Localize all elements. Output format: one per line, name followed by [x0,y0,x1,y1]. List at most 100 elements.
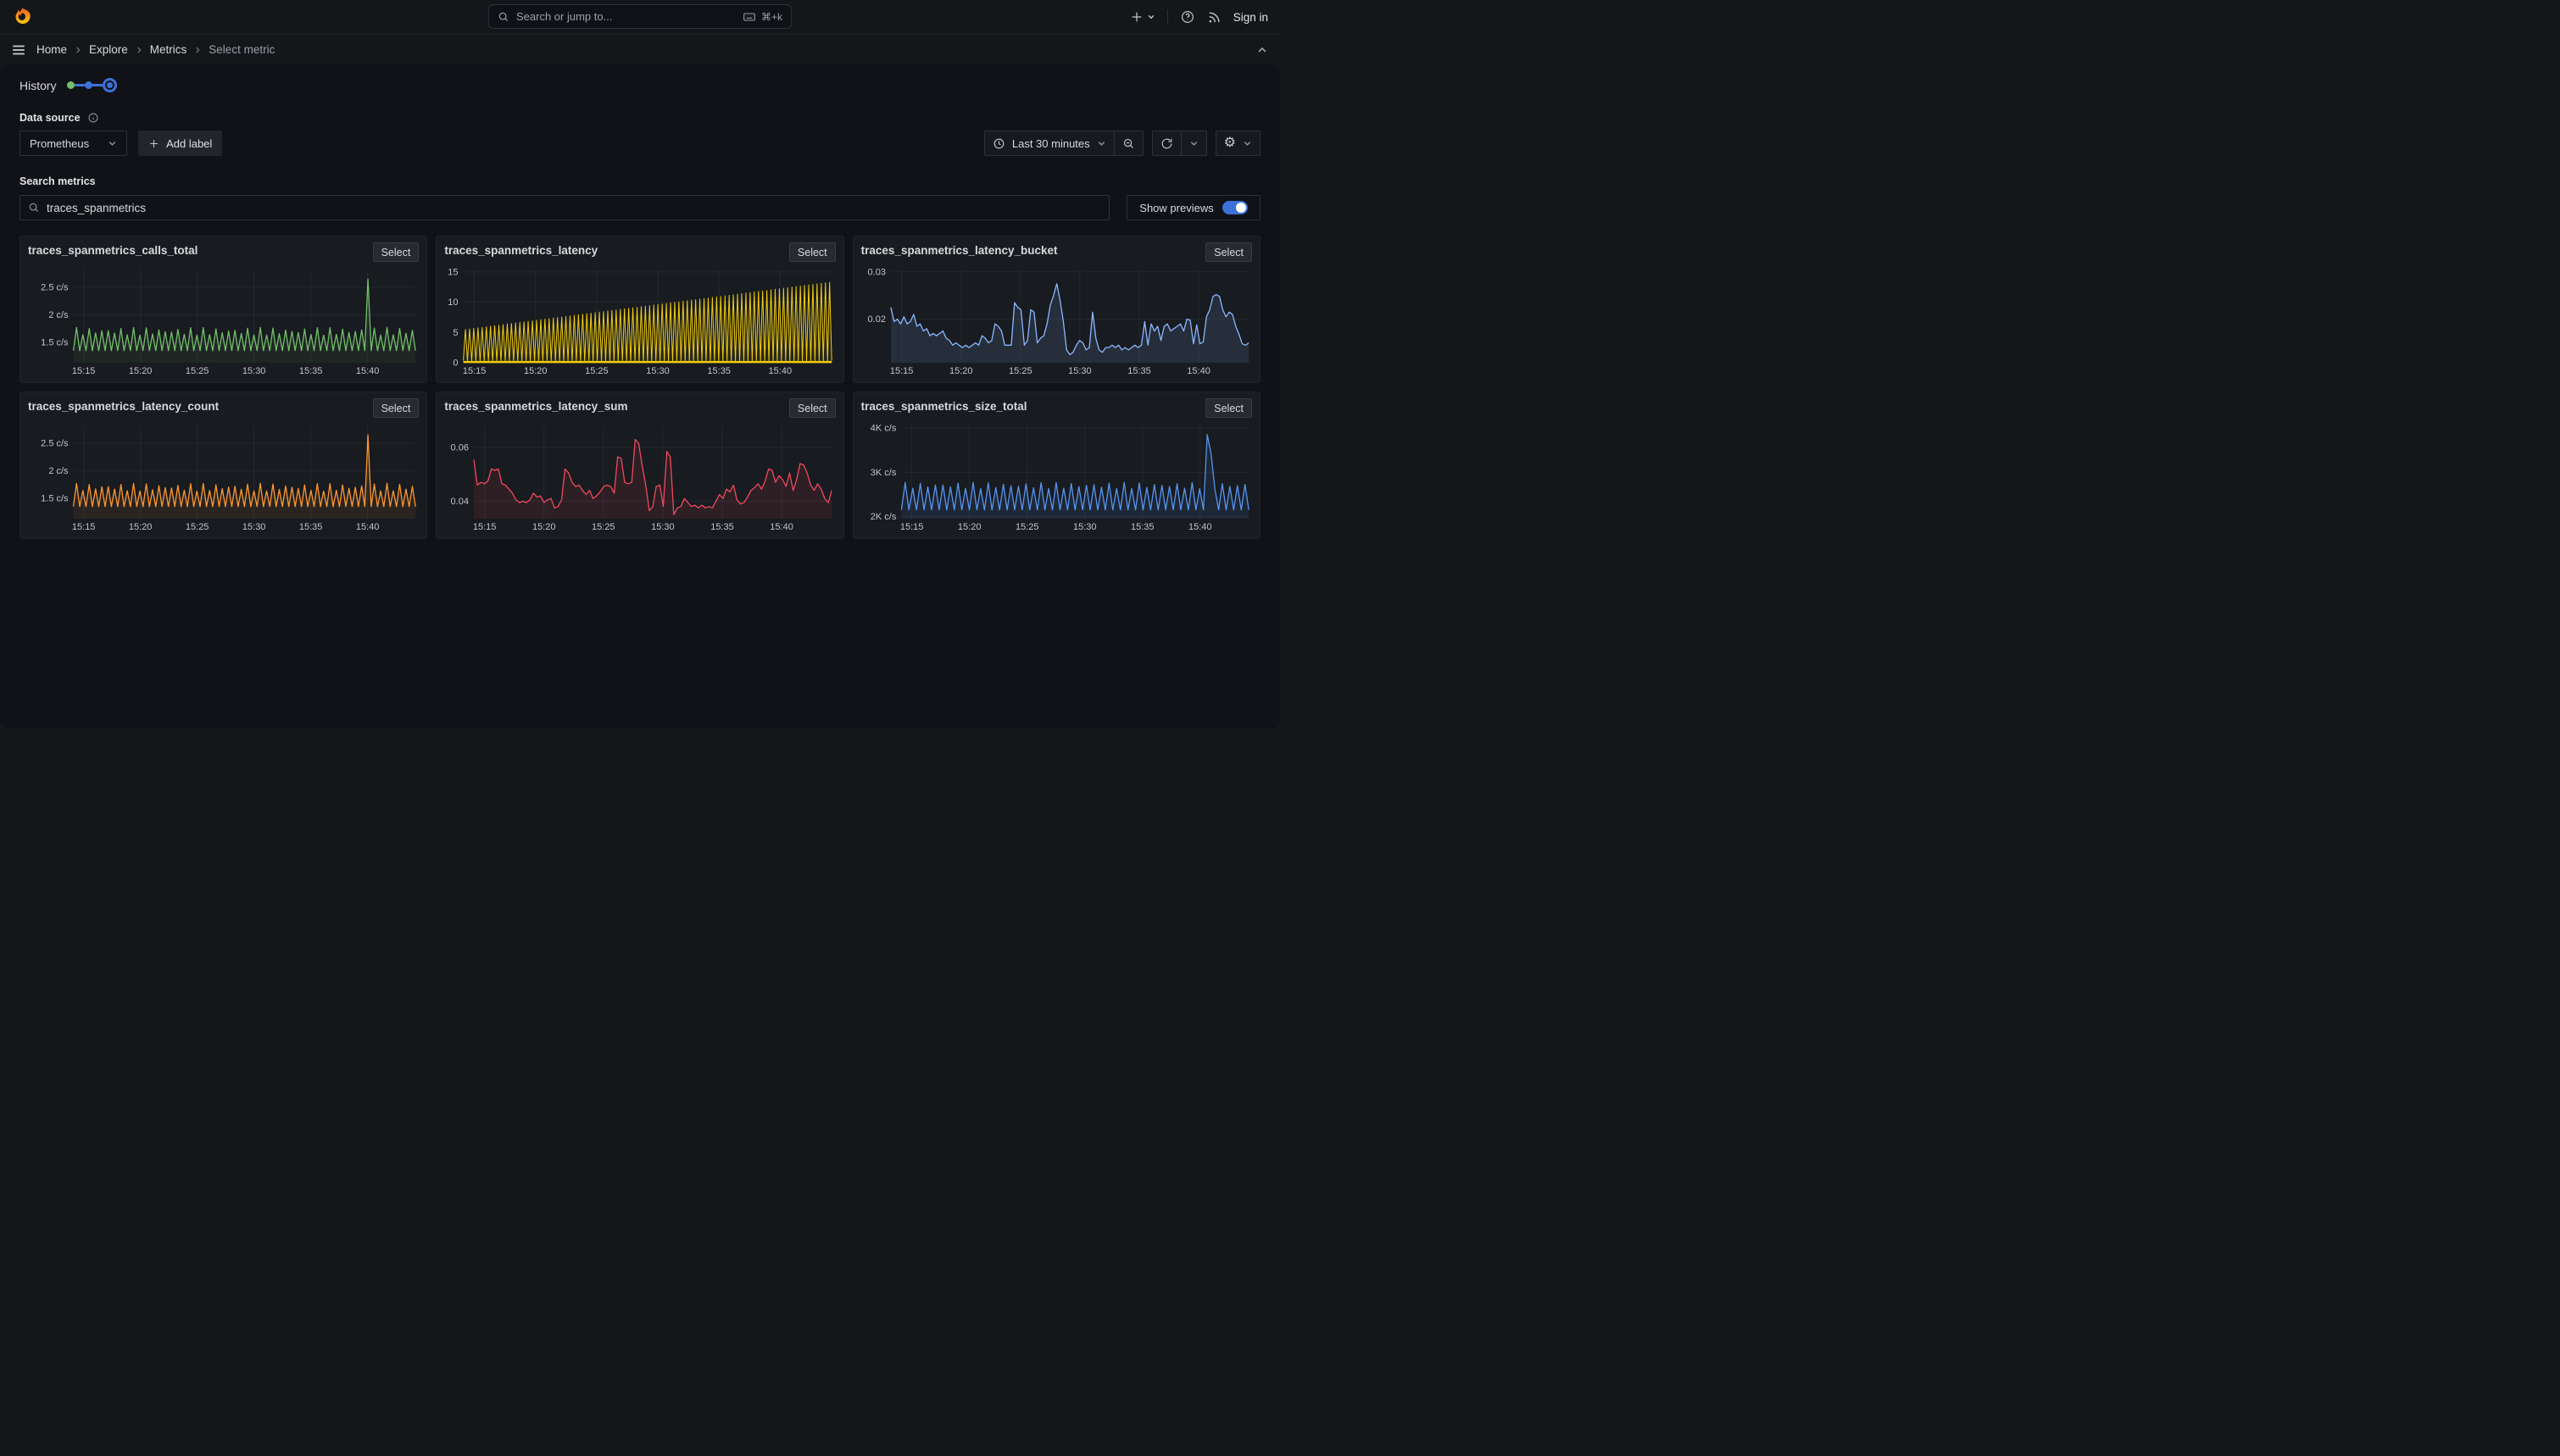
history-current-step-icon[interactable] [103,78,117,92]
plus-icon [148,138,159,149]
controls-row: Prometheus Add label Last 30 minutes [19,131,1261,156]
datasource-label-row: Data source [19,112,1261,124]
chevron-up-icon[interactable] [1255,43,1269,57]
svg-text:15:40: 15:40 [771,522,794,532]
sign-in-button[interactable]: Sign in [1233,11,1268,24]
grafana-app: { "topbar": { "search_placeholder": "Sea… [0,0,1280,728]
svg-text:15:25: 15:25 [585,366,609,376]
svg-text:15:20: 15:20 [532,522,556,532]
svg-text:15:35: 15:35 [1127,366,1151,376]
menu-toggle-icon[interactable] [11,42,26,58]
history-connector [75,84,85,86]
settings-button[interactable]: ⚙ [1216,131,1260,155]
metric-panel: traces_spanmetrics_latency_count Select … [19,392,427,539]
metric-panel: traces_spanmetrics_latency_bucket Select… [853,236,1261,383]
svg-text:15:40: 15:40 [1187,366,1210,376]
time-range-picker[interactable]: Last 30 minutes [985,131,1114,155]
metric-panel: traces_spanmetrics_calls_total Select 15… [19,236,427,383]
datasource-label: Data source [19,112,81,124]
svg-text:15:25: 15:25 [186,522,209,532]
grafana-logo-icon[interactable] [12,7,32,27]
metric-preview-chart: 15:1515:2015:2515:3015:3515:402K c/s3K c… [861,420,1252,533]
svg-text:15:15: 15:15 [890,366,914,376]
panel-header: traces_spanmetrics_latency Select [444,242,835,264]
show-previews-toggle[interactable] [1222,201,1248,214]
svg-text:15:15: 15:15 [473,522,497,532]
search-row: traces_spanmetrics Show previews [19,195,1261,220]
select-button[interactable]: Select [1205,242,1252,262]
help-icon[interactable] [1180,9,1195,25]
datasource-picker[interactable]: Prometheus [19,131,127,156]
svg-text:15:30: 15:30 [1068,366,1092,376]
svg-text:15:20: 15:20 [129,366,153,376]
search-placeholder: Search or jump to... [516,10,736,23]
refresh-icon [1160,137,1173,150]
metric-preview-chart: 15:1515:2015:2515:3015:3515:400.020.03 [861,264,1252,377]
svg-text:0: 0 [454,358,459,369]
svg-text:3K c/s: 3K c/s [870,468,896,478]
breadcrumb-home[interactable]: Home [36,43,67,56]
history-step-icon[interactable] [67,81,75,89]
history-timeline[interactable] [67,78,117,92]
select-button[interactable]: Select [373,398,420,418]
svg-text:2K c/s: 2K c/s [870,512,896,522]
explore-metrics-page: History Data source Prometheus [0,64,1280,728]
select-button[interactable]: Select [789,242,836,262]
chevron-down-icon [1097,139,1106,148]
svg-text:15:25: 15:25 [592,522,615,532]
info-icon[interactable] [87,112,99,124]
select-button[interactable]: Select [373,242,420,262]
history-step-icon[interactable] [85,81,92,89]
chevron-right-icon [193,46,202,54]
svg-text:15:30: 15:30 [242,366,266,376]
breadcrumb-explore[interactable]: Explore [89,43,128,56]
svg-text:0.06: 0.06 [451,442,469,453]
breadcrumb: Home Explore Metrics Select metric [36,43,275,56]
panel-header: traces_spanmetrics_latency_bucket Select [861,242,1252,264]
new-menu-button[interactable] [1130,10,1155,24]
svg-text:2 c/s: 2 c/s [48,466,69,476]
zoom-out-icon [1122,137,1135,150]
svg-text:15:30: 15:30 [1073,522,1097,532]
search-metrics-input[interactable]: traces_spanmetrics [19,195,1110,220]
breadcrumb-current: Select metric [209,43,275,56]
svg-text:15:30: 15:30 [242,522,266,532]
search-metrics-label: Search metrics [19,175,96,187]
zoom-out-button[interactable] [1114,131,1143,155]
svg-text:15:15: 15:15 [72,522,96,532]
metric-panel: traces_spanmetrics_latency_sum Select 15… [436,392,843,539]
history-connector [92,84,103,86]
svg-text:15:15: 15:15 [72,366,96,376]
panel-title: traces_spanmetrics_latency [444,242,598,257]
breadcrumb-metrics[interactable]: Metrics [150,43,187,56]
search-shortcut: ⌘+k [761,11,782,23]
search-icon [498,11,509,23]
metric-preview-chart: 15:1515:2015:2515:3015:3515:40051015 [444,264,835,377]
svg-text:15:15: 15:15 [900,522,924,532]
settings-group: ⚙ [1216,131,1261,156]
metric-preview-chart: 15:1515:2015:2515:3015:3515:401.5 c/s2 c… [28,420,419,533]
select-button[interactable]: Select [789,398,836,418]
add-label-button[interactable]: Add label [138,131,222,156]
time-range-label: Last 30 minutes [1012,137,1090,150]
refresh-button[interactable] [1153,131,1181,155]
select-button[interactable]: Select [1205,398,1252,418]
svg-text:15:35: 15:35 [708,366,732,376]
chevron-right-icon [74,46,82,54]
keyboard-icon [743,10,756,24]
panel-header: traces_spanmetrics_latency_count Select [28,398,419,420]
global-search-input[interactable]: Search or jump to... ⌘+k [488,4,792,29]
time-controls: Last 30 minutes [984,131,1261,156]
news-rss-icon[interactable] [1207,10,1222,25]
svg-text:15:30: 15:30 [647,366,671,376]
svg-text:15:35: 15:35 [299,522,323,532]
svg-text:15:40: 15:40 [769,366,793,376]
panel-title: traces_spanmetrics_size_total [861,398,1027,413]
svg-text:15:30: 15:30 [651,522,675,532]
panel-header: traces_spanmetrics_calls_total Select [28,242,419,264]
datasource-picker-value: Prometheus [30,137,89,150]
panel-title: traces_spanmetrics_latency_count [28,398,219,413]
svg-text:15:20: 15:20 [524,366,548,376]
refresh-interval-dropdown[interactable] [1181,131,1206,155]
svg-text:1.5 c/s: 1.5 c/s [41,493,69,503]
